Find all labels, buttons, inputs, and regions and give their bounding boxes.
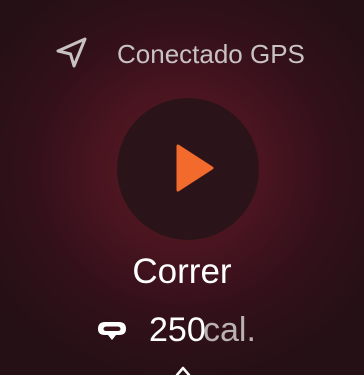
calorie-goal-unit: cal. bbox=[203, 311, 256, 349]
play-icon bbox=[175, 143, 215, 193]
navigation-arrow-icon bbox=[54, 36, 90, 70]
gps-status-text: Conectado GPS bbox=[117, 39, 305, 69]
activity-name: Correr bbox=[132, 252, 232, 291]
chevron-up-icon[interactable] bbox=[175, 363, 191, 375]
calorie-goal-value: 250 bbox=[149, 311, 206, 349]
gps-status: Conectado GPS bbox=[0, 30, 364, 74]
start-workout-button[interactable] bbox=[117, 98, 259, 240]
workout-start-screen: Conectado GPS Correr 250 cal. bbox=[0, 0, 364, 375]
calorie-goal-icon bbox=[97, 321, 127, 341]
